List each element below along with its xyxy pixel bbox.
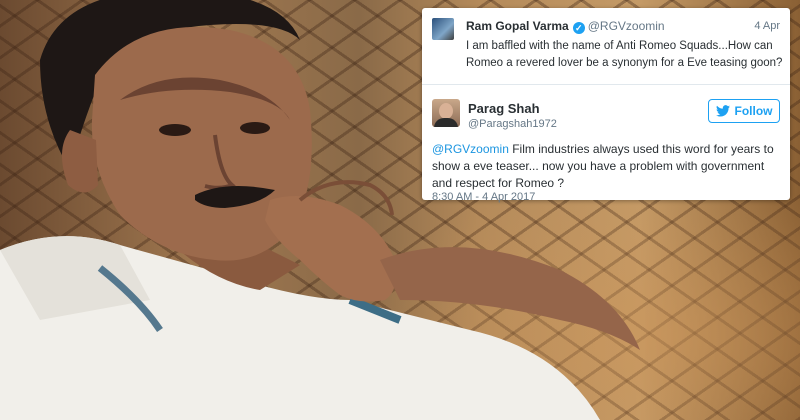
quoted-author-name[interactable]: Ram Gopal Varma <box>466 19 569 33</box>
quoted-tweet[interactable]: Ram Gopal Varma ✓ @RGVzoomin 4 Apr I am ba… <box>422 8 790 85</box>
quoted-author-avatar[interactable] <box>432 18 454 40</box>
reply-tweet-timestamp[interactable]: 8:30 AM - 4 Apr 2017 <box>432 191 535 203</box>
reply-author-name[interactable]: Parag Shah <box>468 101 540 116</box>
mention-link[interactable]: @RGVzoomin <box>432 142 509 156</box>
embedded-tweet-card: Ram Gopal Varma ✓ @RGVzoomin 4 Apr I am ba… <box>422 8 790 203</box>
quoted-author-handle[interactable]: @RGVzoomin <box>588 19 665 33</box>
quoted-tweet-text: I am baffled with the name of Anti Romeo… <box>466 40 783 69</box>
reply-author-avatar[interactable] <box>432 99 460 127</box>
verified-badge-icon: ✓ <box>572 22 585 34</box>
twitter-bird-icon <box>715 105 730 117</box>
quoted-tweet-date[interactable]: 4 Apr <box>754 20 780 32</box>
reply-tweet: Parag Shah @Paragshah1972 Follow @RGVzoo… <box>422 85 790 203</box>
follow-button[interactable]: Follow <box>708 99 780 123</box>
reply-tweet-text: @RGVzoomin Film industries always used t… <box>432 141 782 192</box>
background-photo: Ram Gopal Varma ✓ @RGVzoomin 4 Apr I am ba… <box>0 0 800 420</box>
quoted-author-line: Ram Gopal Varma ✓ @RGVzoomin <box>466 19 665 34</box>
reply-author-handle[interactable]: @Paragshah1972 <box>468 118 557 130</box>
follow-button-label: Follow <box>734 104 773 118</box>
